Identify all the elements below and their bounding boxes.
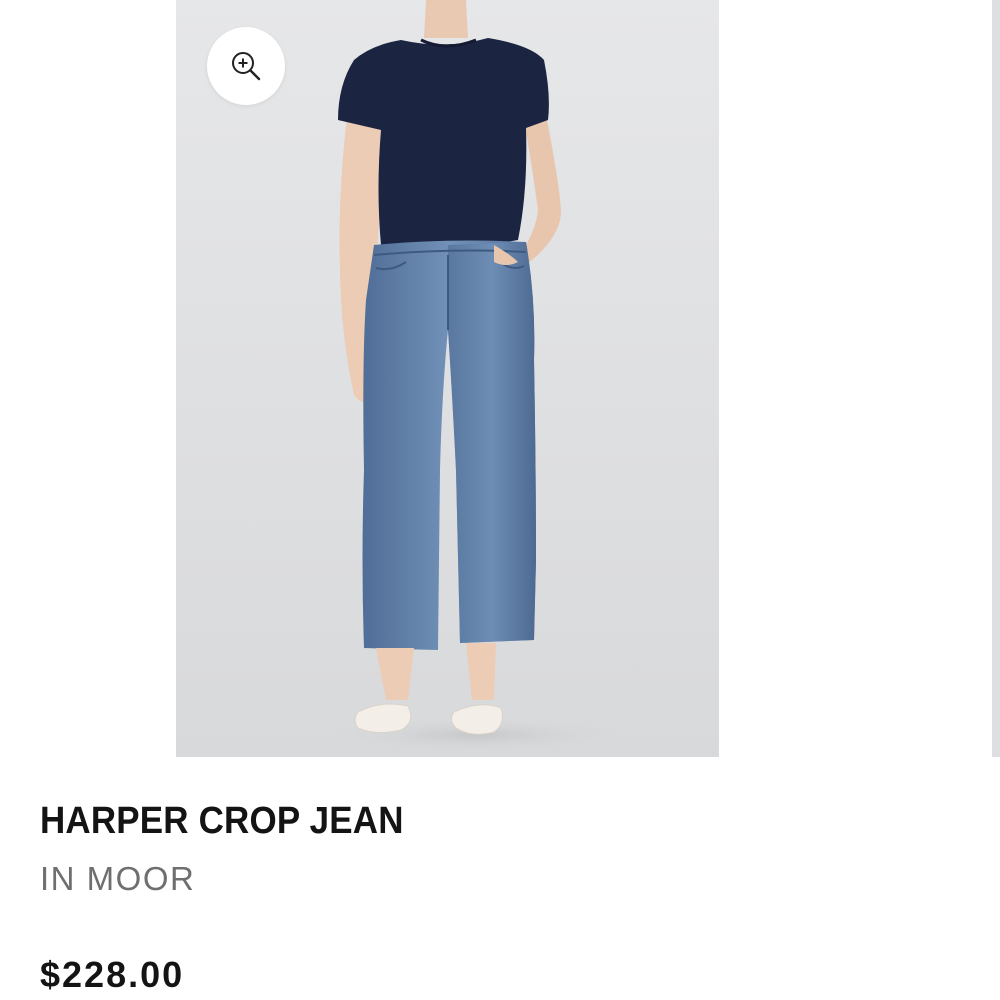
zoom-in-icon bbox=[232, 52, 261, 81]
next-slide-preview[interactable] bbox=[992, 0, 1000, 757]
product-color: IN MOOR bbox=[40, 860, 196, 897]
product-title: HARPER CROP JEAN bbox=[40, 800, 404, 842]
model-illustration bbox=[176, 0, 719, 757]
zoom-button[interactable] bbox=[207, 27, 285, 105]
product-image[interactable] bbox=[176, 0, 719, 757]
product-info: HARPER CROP JEAN IN MOOR $228.00 bbox=[40, 798, 960, 997]
product-image-gallery[interactable] bbox=[0, 0, 1000, 758]
product-price: $228.00 bbox=[40, 954, 185, 995]
